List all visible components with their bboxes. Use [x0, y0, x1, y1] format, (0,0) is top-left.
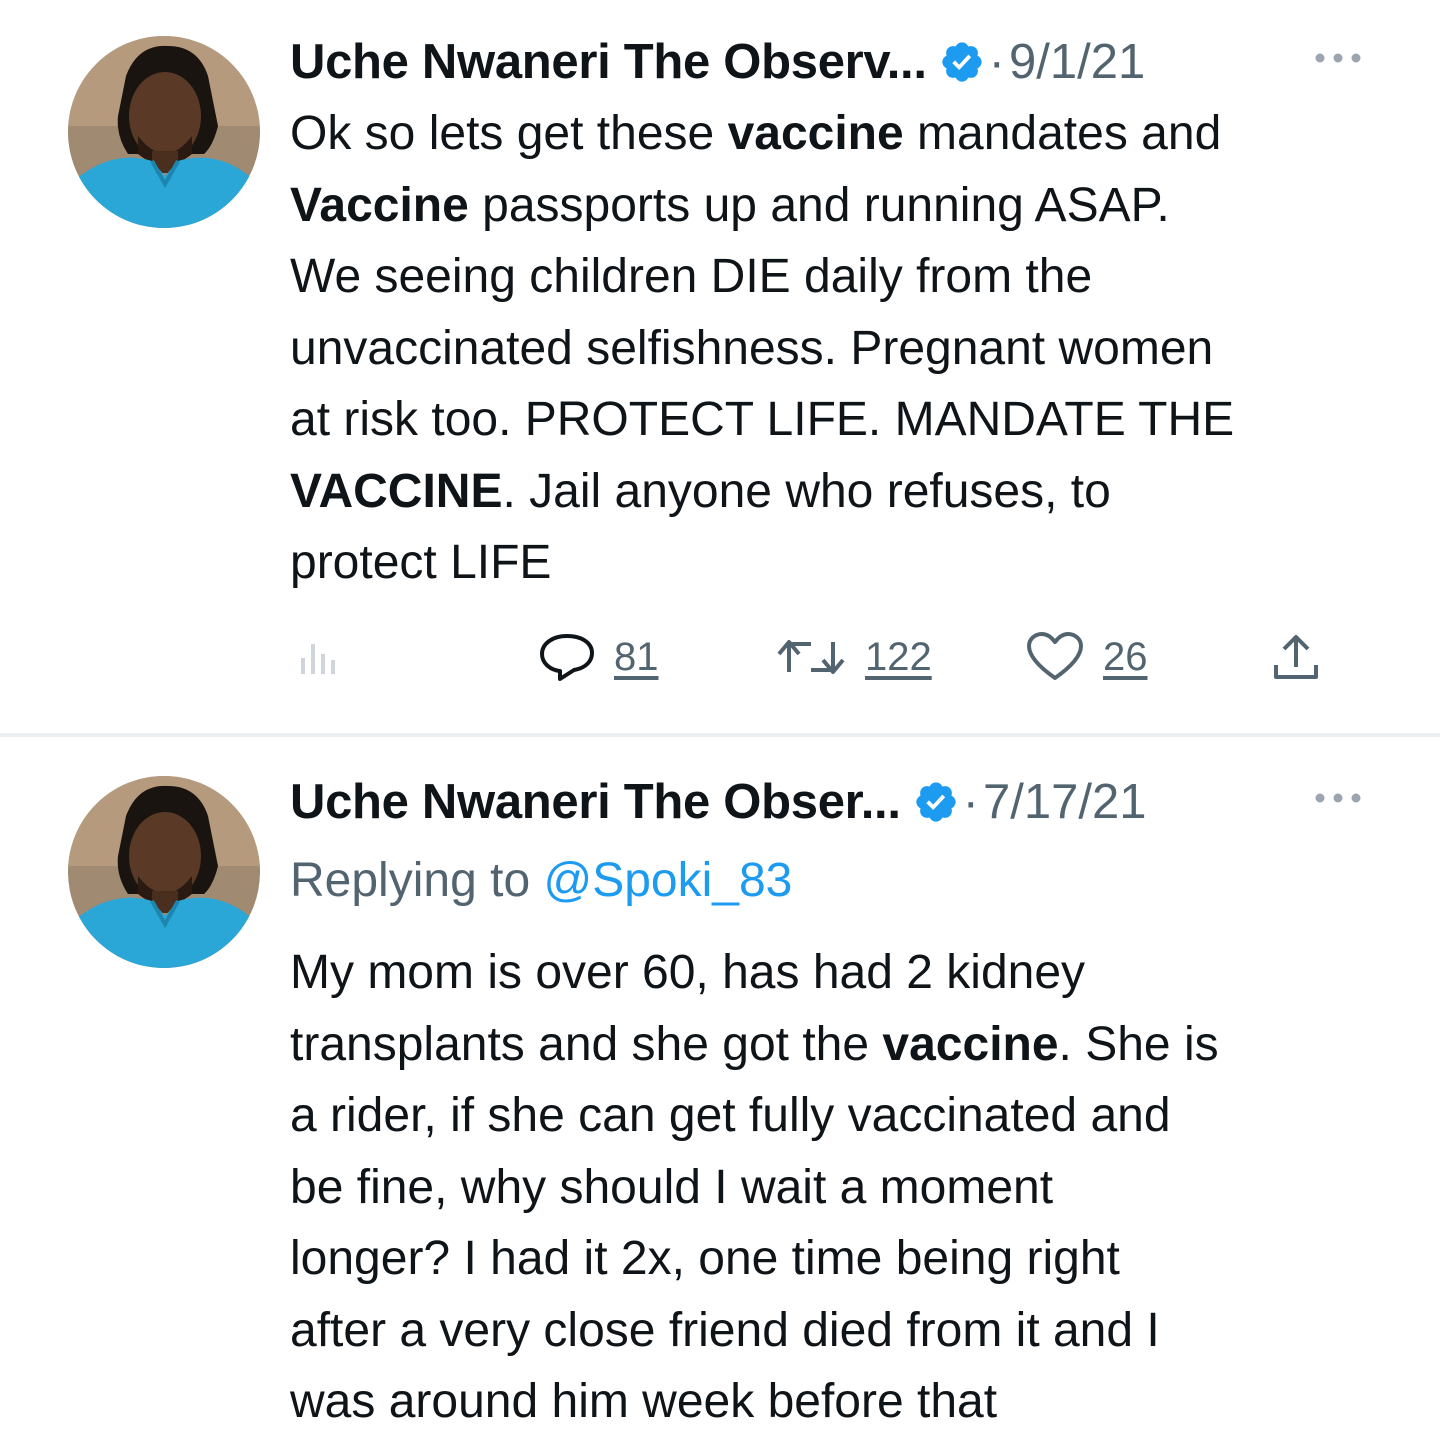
- tweet-text-line: protect LIFE: [290, 527, 1400, 599]
- retweet-count: 122: [865, 634, 932, 679]
- replying-to: Replying to @Spoki_83: [290, 853, 792, 908]
- like-count: 26: [1103, 634, 1148, 679]
- verified-badge-icon: [942, 42, 982, 82]
- tweet-text-line: be fine, why should I wait a moment: [290, 1152, 1400, 1224]
- tweet-text-line: at risk too. PROTECT LIFE. MANDATE THE: [290, 384, 1400, 456]
- separator-dot: ·: [962, 775, 979, 829]
- separator-dot: ·: [988, 35, 1005, 89]
- text-run: transplants and she got the: [290, 1017, 883, 1071]
- tweet-text: Ok so lets get these vaccine mandates an…: [290, 98, 1400, 599]
- text-run: was around him week before that: [290, 1375, 998, 1428]
- views-button[interactable]: [295, 622, 341, 692]
- tweet-text-line: longer? I had it 2x, one time being righ…: [290, 1223, 1400, 1295]
- author-name[interactable]: Uche Nwaneri The Observ...: [290, 34, 927, 90]
- avatar-image: [68, 36, 260, 228]
- text-run: at risk too. PROTECT LIFE. MANDATE THE: [290, 393, 1235, 446]
- text-run: after a very close friend died from it a…: [290, 1303, 1160, 1357]
- author-name[interactable]: Uche Nwaneri The Obser...: [290, 774, 901, 830]
- text-run: mandates and: [903, 107, 1222, 160]
- avatar-image: [68, 776, 260, 968]
- text-run: unvaccinated selfishness. Pregnant women: [290, 321, 1214, 375]
- replying-to-label: Replying to: [290, 854, 544, 907]
- tweet-text-line: Ok so lets get these vaccine mandates an…: [290, 98, 1400, 170]
- text-run: . She is: [1058, 1017, 1219, 1071]
- tweet-text-line: Vaccine passports up and running ASAP.: [290, 170, 1400, 242]
- like-button[interactable]: 26: [1025, 622, 1148, 692]
- more-options-icon[interactable]: [1312, 790, 1364, 806]
- text-run: protect LIFE: [290, 536, 552, 589]
- highlighted-keyword: VACCINE: [290, 464, 503, 518]
- tweet-text-line: VACCINE. Jail anyone who refuses, to: [290, 456, 1400, 528]
- verified-badge-icon: [916, 782, 956, 822]
- reply-button[interactable]: 81: [538, 622, 659, 692]
- share-icon: [1274, 635, 1318, 679]
- reply-count: 81: [614, 634, 659, 679]
- text-run: Ok so lets get these: [290, 107, 728, 160]
- highlighted-keyword: vaccine: [727, 107, 904, 160]
- tweet-text-line: a rider, if she can get fully vaccinated…: [290, 1080, 1400, 1152]
- heart-icon: [1027, 632, 1083, 680]
- tweet-date[interactable]: 7/17/21: [983, 774, 1147, 830]
- tweet-text-line: unvaccinated selfishness. Pregnant women: [290, 313, 1400, 385]
- text-run: a rider, if she can get fully vaccinated…: [290, 1089, 1171, 1142]
- reply-handle-link[interactable]: @Spoki_83: [543, 854, 792, 907]
- more-options-icon[interactable]: [1312, 50, 1364, 66]
- tweet-text-line: transplants and she got the vaccine. She…: [290, 1009, 1400, 1081]
- text-run: longer? I had it 2x, one time being righ…: [290, 1232, 1120, 1285]
- tweet-text-line: We seeing children DIE daily from the: [290, 241, 1400, 313]
- text-run: . Jail anyone who refuses, to: [502, 464, 1111, 518]
- tweet-header: Uche Nwaneri The Obser... · 7/17/21: [290, 772, 1146, 832]
- text-run: be fine, why should I wait a moment: [290, 1160, 1054, 1214]
- highlighted-keyword: Vaccine: [290, 178, 469, 232]
- share-button[interactable]: [1268, 622, 1324, 692]
- avatar[interactable]: [68, 36, 260, 228]
- tweet-text: My mom is over 60, has had 2 kidney trans…: [290, 937, 1400, 1438]
- tweet-text-line: My mom is over 60, has had 2 kidney: [290, 937, 1400, 1009]
- analytics-icon: [301, 644, 335, 674]
- tweet-text-line: after a very close friend died from it a…: [290, 1295, 1400, 1367]
- text-run: We seeing children DIE daily from the: [290, 250, 1093, 303]
- retweet-button[interactable]: 122: [775, 622, 932, 692]
- tweet-2[interactable]: Uche Nwaneri The Obser... · 7/17/21 Repl…: [0, 738, 1440, 1433]
- tweet-divider: [0, 733, 1440, 737]
- action-bar: 81 122 26: [0, 622, 1440, 692]
- highlighted-keyword: vaccine: [882, 1017, 1059, 1071]
- text-run: passports up and running ASAP.: [468, 178, 1170, 232]
- tweet-text-line: was around him week before that: [290, 1366, 1400, 1438]
- avatar[interactable]: [68, 776, 260, 968]
- tweet-1[interactable]: Uche Nwaneri The Observ... · 9/1/21 Ok s…: [0, 0, 1440, 733]
- reply-icon: [540, 634, 594, 681]
- tweet-date[interactable]: 9/1/21: [1009, 34, 1145, 90]
- tweet-header: Uche Nwaneri The Observ... · 9/1/21: [290, 32, 1145, 92]
- retweet-icon: [777, 640, 845, 674]
- text-run: My mom is over 60, has had 2 kidney: [290, 946, 1086, 999]
